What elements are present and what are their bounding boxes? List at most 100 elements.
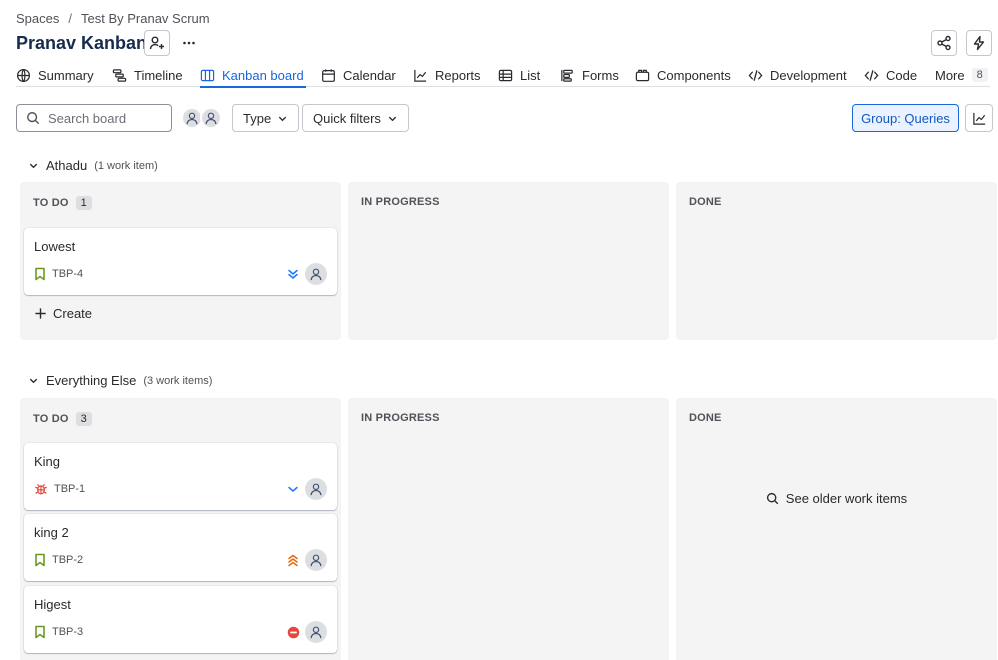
person-icon xyxy=(310,554,322,567)
assignee-avatar[interactable] xyxy=(305,549,327,571)
type-filter-dropdown[interactable]: Type xyxy=(232,104,300,132)
code-branch-icon xyxy=(748,69,763,81)
tab-label: Forms xyxy=(582,67,619,83)
see-older-label: See older work items xyxy=(785,491,908,506)
card-title: Higest xyxy=(34,597,71,612)
add-person-icon xyxy=(149,36,164,50)
insights-button[interactable] xyxy=(965,104,993,132)
see-older-work-items-button[interactable]: See older work items xyxy=(676,491,997,506)
tab-code[interactable]: Code xyxy=(864,63,917,87)
add-people-button[interactable] xyxy=(144,30,170,56)
priority-low-icon xyxy=(286,482,300,496)
swimlane-name: Everything Else xyxy=(46,373,137,388)
column-in-progress: IN PROGRESS xyxy=(348,182,669,340)
group-by-button[interactable]: Group: Queries xyxy=(852,104,959,132)
tab-label: Development xyxy=(770,67,847,83)
card-key[interactable]: TBP-2 xyxy=(52,554,83,566)
swimlane-header[interactable]: Athadu (1 work item) xyxy=(28,158,158,173)
tab-label: List xyxy=(520,67,541,83)
board-icon xyxy=(200,69,215,81)
tab-calendar[interactable]: Calendar xyxy=(321,63,396,87)
breadcrumb-separator: / xyxy=(68,11,72,26)
card-key-row: TBP-2 xyxy=(34,553,83,567)
person-icon xyxy=(310,626,322,639)
more-icon xyxy=(183,41,195,45)
column-title: TO DO xyxy=(33,413,69,425)
tab-list[interactable]: List xyxy=(498,63,540,87)
tab-bar: Summary Timeline Kanban board Calendar R… xyxy=(16,63,990,88)
tab-label: Summary xyxy=(38,67,94,83)
card-key-row: TBP-1 xyxy=(34,482,85,496)
search-icon xyxy=(27,112,40,125)
work-item-card[interactable]: Lowest TBP-4 xyxy=(24,228,337,295)
tab-development[interactable]: Development xyxy=(748,63,847,87)
tab-components[interactable]: Components xyxy=(635,63,731,87)
person-icon xyxy=(205,112,217,125)
plus-icon xyxy=(35,308,46,319)
column-title: DONE xyxy=(689,412,722,424)
tab-label: Reports xyxy=(435,67,481,83)
breadcrumb-project[interactable]: Test By Pranav Scrum xyxy=(81,11,210,26)
avatar-filter[interactable] xyxy=(200,107,222,129)
column-count: 1 xyxy=(75,196,92,210)
column-header: TO DO 3 xyxy=(33,412,92,426)
card-key[interactable]: TBP-4 xyxy=(52,268,83,280)
work-item-card[interactable]: king 2 TBP-2 xyxy=(24,514,337,581)
priority-blocker-icon xyxy=(286,625,300,639)
more-actions-button[interactable] xyxy=(176,30,202,56)
share-button[interactable] xyxy=(931,30,957,56)
quick-filters-dropdown[interactable]: Quick filters xyxy=(302,104,409,132)
tab-label: Kanban board xyxy=(222,67,304,83)
globe-icon xyxy=(16,68,31,82)
tab-kanban-board[interactable]: Kanban board xyxy=(200,63,306,88)
column-header: IN PROGRESS xyxy=(361,412,440,424)
tab-label: More xyxy=(935,67,965,83)
automation-button[interactable] xyxy=(966,30,992,56)
column-header: TO DO 1 xyxy=(33,196,92,210)
search-box xyxy=(16,104,172,132)
assignee-avatar[interactable] xyxy=(305,478,327,500)
work-item-card[interactable]: Higest TBP-3 xyxy=(24,586,337,653)
create-label: Create xyxy=(53,306,93,321)
column-done: DONE See older work items xyxy=(676,398,997,660)
swimlane-name: Athadu xyxy=(46,158,88,173)
create-button[interactable]: Create xyxy=(34,306,92,321)
tab-more-count: 8 xyxy=(971,68,988,82)
chevron-down-icon xyxy=(279,116,287,121)
person-icon xyxy=(310,483,322,496)
search-input[interactable] xyxy=(48,110,168,126)
breadcrumb: Spaces / Test By Pranav Scrum xyxy=(16,11,210,26)
column-header: DONE xyxy=(689,412,722,424)
calendar-icon xyxy=(322,68,335,82)
assignee-avatar[interactable] xyxy=(305,263,327,285)
tab-more[interactable]: More 8 xyxy=(935,63,988,87)
assignee-avatar[interactable] xyxy=(305,621,327,643)
person-icon xyxy=(186,112,198,125)
story-icon xyxy=(35,267,45,281)
swimlane-header[interactable]: Everything Else (3 work items) xyxy=(28,373,212,388)
page-title: Pranav Kanban xyxy=(16,33,148,53)
timeline-icon xyxy=(112,68,127,82)
tab-label: Calendar xyxy=(343,67,396,83)
column-title: DONE xyxy=(689,196,722,208)
chart-line-icon xyxy=(972,112,985,125)
code-icon xyxy=(864,69,879,81)
tab-label: Code xyxy=(886,67,918,83)
column-header: DONE xyxy=(689,196,722,208)
column-header: IN PROGRESS xyxy=(361,196,440,208)
tab-timeline[interactable]: Timeline xyxy=(112,63,183,87)
tab-summary[interactable]: Summary xyxy=(16,63,94,87)
column-title: IN PROGRESS xyxy=(361,196,440,208)
type-filter-label: Type xyxy=(243,110,272,126)
tab-label: Components xyxy=(657,67,731,83)
column-todo: TO DO 3 King TBP-1 king 2 TBP-2 Higest T… xyxy=(20,398,341,660)
column-count: 3 xyxy=(75,412,92,426)
story-icon xyxy=(35,553,45,567)
card-key[interactable]: TBP-3 xyxy=(52,626,83,638)
card-key[interactable]: TBP-1 xyxy=(54,483,85,495)
tab-forms[interactable]: Forms xyxy=(560,63,619,87)
work-item-card[interactable]: King TBP-1 xyxy=(24,443,337,510)
breadcrumb-spaces[interactable]: Spaces xyxy=(16,11,59,26)
tab-reports[interactable]: Reports xyxy=(413,63,481,87)
search-icon xyxy=(766,492,779,505)
